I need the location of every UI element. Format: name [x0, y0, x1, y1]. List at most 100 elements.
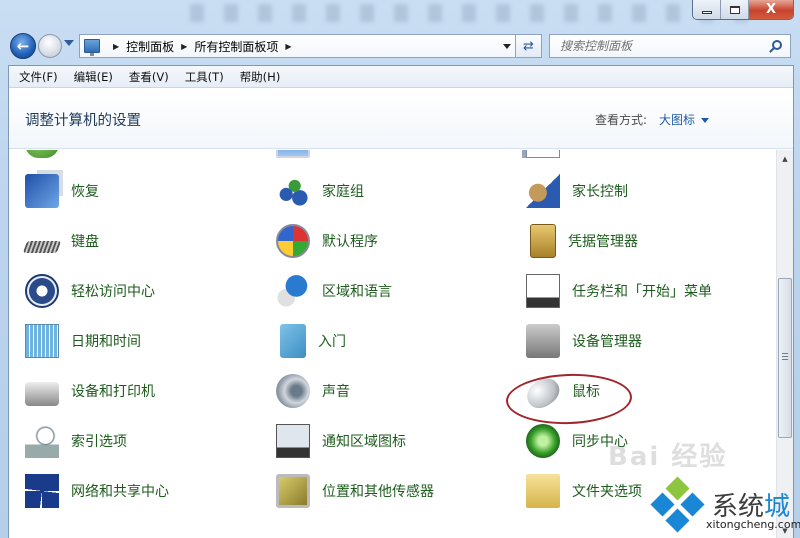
close-button[interactable]: X: [749, 0, 793, 19]
search-input[interactable]: [550, 39, 760, 53]
minimize-button[interactable]: [693, 0, 721, 19]
items-row: 电源选项 个性化 管理工具: [9, 150, 761, 166]
getting-started-icon: [280, 324, 306, 358]
control-panel-icon: [84, 39, 100, 56]
item-label: 文件夹选项: [572, 484, 642, 500]
close-icon: X: [765, 2, 777, 17]
menu-help[interactable]: 帮助(H): [240, 69, 281, 85]
title-bar: X: [0, 0, 800, 28]
control-panel-item[interactable]: 家庭组: [276, 166, 364, 216]
items-row: 索引选项 通知区域图标 同步中心: [9, 416, 761, 466]
control-panel-item[interactable]: 默认程序: [276, 216, 378, 266]
recovery-icon: [25, 174, 59, 208]
vertical-scrollbar[interactable]: ▲ ▼: [776, 150, 793, 538]
control-panel-item[interactable]: 键盘: [22, 216, 99, 266]
search-icon[interactable]: [772, 40, 782, 50]
navigation-bar: ← ▶ 控制面板 ▶ 所有控制面板项 ▶ ⇄: [0, 32, 800, 60]
control-panel-item[interactable]: 鼠标: [521, 366, 600, 416]
blurred-background: [190, 4, 750, 22]
recent-pages-dropdown[interactable]: [64, 40, 74, 46]
item-label: 电源选项: [71, 150, 127, 151]
taskbar-start-menu-icon: [526, 274, 560, 308]
item-label: 索引选项: [71, 434, 127, 450]
back-button[interactable]: ←: [10, 33, 36, 59]
maximize-button[interactable]: [721, 0, 749, 19]
item-label: 凭据管理器: [568, 234, 638, 250]
window-controls: X: [692, 0, 794, 20]
items-row: 轻松访问中心 区域和语言 任务栏和「开始」菜单: [9, 266, 761, 316]
control-panel-item[interactable]: 索引选项: [25, 416, 127, 466]
control-panel-item[interactable]: 入门: [276, 316, 346, 366]
minimize-icon: [701, 11, 712, 14]
control-panel-item[interactable]: 设备管理器: [526, 316, 642, 366]
control-panel-item[interactable]: 位置和其他传感器: [276, 466, 434, 516]
control-panel-item[interactable]: 个性化: [276, 150, 364, 166]
refresh-button[interactable]: ⇄: [516, 34, 542, 58]
homegroup-icon: [276, 174, 310, 208]
power-options-icon: [25, 150, 59, 158]
item-label: 声音: [322, 384, 350, 400]
devices-printers-icon: [25, 381, 59, 406]
control-panel-item[interactable]: 同步中心: [526, 416, 628, 466]
item-label: 网络和共享中心: [71, 484, 169, 500]
item-label: 轻松访问中心: [71, 284, 155, 300]
control-panel-item[interactable]: 恢复: [25, 166, 99, 216]
maximize-icon: [729, 5, 740, 14]
breadcrumb-arrow-icon[interactable]: ▶: [285, 42, 291, 51]
mouse-icon: [521, 372, 565, 414]
control-panel-item[interactable]: 日期和时间: [25, 316, 141, 366]
search-box: [549, 34, 791, 58]
default-programs-icon: [276, 224, 310, 258]
breadcrumb-arrow-icon[interactable]: ▶: [113, 42, 119, 51]
control-panel-item[interactable]: 文件夹选项: [526, 466, 642, 516]
page-title: 调整计算机的设置: [25, 113, 141, 129]
device-manager-icon: [526, 324, 560, 358]
control-panel-item[interactable]: 设备和打印机: [25, 366, 155, 416]
item-label: 鼠标: [572, 384, 600, 400]
item-label: 日期和时间: [71, 334, 141, 350]
breadcrumb-arrow-icon[interactable]: ▶: [181, 42, 187, 51]
breadcrumb-control-panel[interactable]: 控制面板: [126, 38, 174, 55]
scroll-down-button[interactable]: ▼: [777, 522, 793, 538]
address-bar[interactable]: ▶ 控制面板 ▶ 所有控制面板项 ▶: [79, 34, 516, 58]
item-label: 任务栏和「开始」菜单: [572, 284, 712, 300]
breadcrumb-all-items[interactable]: 所有控制面板项: [194, 38, 278, 55]
item-label: 键盘: [71, 234, 99, 250]
forward-button[interactable]: [38, 34, 62, 58]
items-row: 日期和时间 入门 设备管理器: [9, 316, 761, 366]
indexing-options-icon: [25, 424, 59, 458]
control-panel-item[interactable]: 网络和共享中心: [25, 466, 169, 516]
address-dropdown-icon[interactable]: [503, 44, 511, 49]
region-language-icon: [276, 274, 310, 308]
menu-view[interactable]: 查看(V): [129, 69, 169, 85]
date-time-icon: [25, 324, 59, 358]
control-panel-item[interactable]: 凭据管理器: [526, 216, 638, 266]
menu-file[interactable]: 文件(F): [19, 69, 58, 85]
control-panel-item[interactable]: 声音: [276, 366, 350, 416]
control-panel-item[interactable]: 管理工具: [526, 150, 628, 166]
grip-icon: [782, 353, 788, 361]
control-panel-item[interactable]: 家长控制: [526, 166, 628, 216]
control-panel-item[interactable]: 通知区域图标: [276, 416, 406, 466]
view-by-dropdown[interactable]: 大图标: [659, 111, 710, 128]
menu-tools[interactable]: 工具(T): [185, 69, 224, 85]
keyboard-icon: [22, 240, 62, 253]
chevron-down-icon: [701, 118, 710, 123]
item-label: 入门: [318, 334, 346, 350]
item-label: 同步中心: [572, 434, 628, 450]
control-panel-item[interactable]: 电源选项: [25, 150, 127, 166]
scroll-thumb[interactable]: [778, 278, 792, 438]
item-label: 管理工具: [572, 150, 628, 151]
control-panel-item[interactable]: 任务栏和「开始」菜单: [526, 266, 712, 316]
location-sensors-icon: [276, 474, 310, 508]
item-label: 设备和打印机: [71, 384, 155, 400]
network-sharing-icon: [25, 474, 59, 508]
scroll-up-button[interactable]: ▲: [777, 150, 793, 167]
item-label: 位置和其他传感器: [322, 484, 434, 500]
control-panel-item[interactable]: 区域和语言: [276, 266, 392, 316]
control-panel-item[interactable]: 轻松访问中心: [25, 266, 155, 316]
menu-edit[interactable]: 编辑(E): [74, 69, 113, 85]
item-label: 默认程序: [322, 234, 378, 250]
window-body: 文件(F) 编辑(E) 查看(V) 工具(T) 帮助(H) 调整计算机的设置 查…: [8, 65, 794, 538]
menu-bar: 文件(F) 编辑(E) 查看(V) 工具(T) 帮助(H): [9, 66, 793, 88]
